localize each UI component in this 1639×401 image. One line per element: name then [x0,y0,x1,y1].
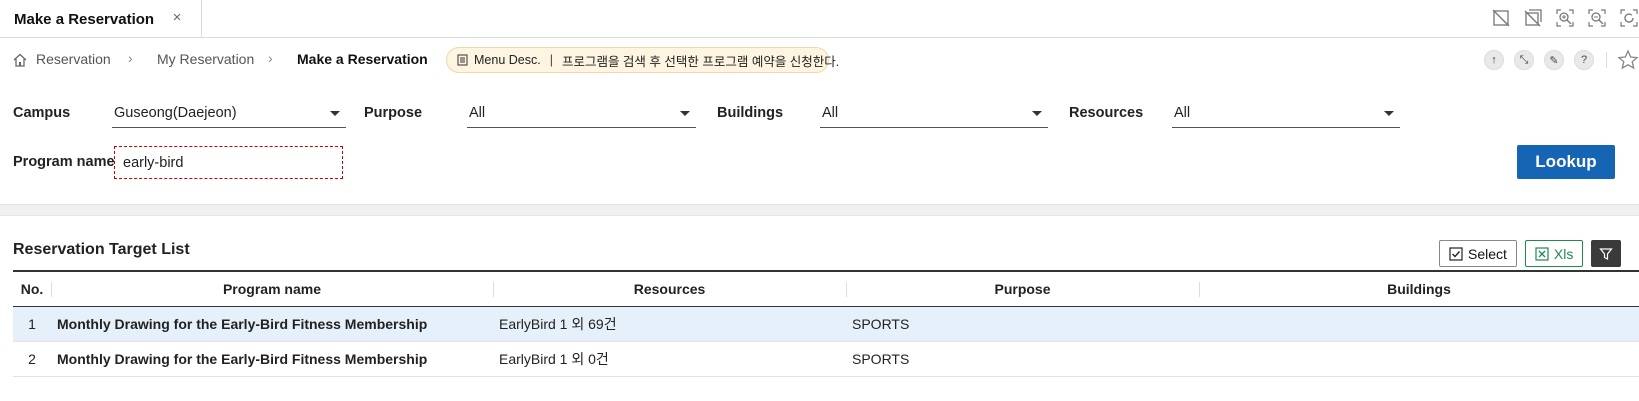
expand-icon[interactable]: ⤡ [1514,50,1534,70]
menu-desc-text: 프로그램을 검색 후 선택한 프로그램 예약을 신청한다. [561,54,840,69]
zoom-reset-icon[interactable] [1619,8,1639,28]
resources-label: Resources [1069,105,1144,121]
chevron-down-icon [680,111,690,116]
select-button[interactable]: Select [1439,240,1517,267]
breadcrumb-current: Make a Reservation [297,51,428,67]
tab-title: Make a Reservation [14,10,155,28]
xls-label: Xls [1553,245,1574,262]
breadcrumb-separator: › [128,50,133,66]
column-header-program-name[interactable]: Program name [51,270,493,307]
list-title: Reservation Target List [13,241,190,258]
checkbox-icon [1449,246,1463,261]
zoom-in-icon[interactable] [1555,8,1575,28]
lookup-button[interactable]: Lookup [1517,145,1615,179]
tab-close-icon[interactable]: × [168,9,186,27]
row-number: 2 [13,341,51,377]
menu-description: Menu Desc. | 프로그램을 검색 후 선택한 프로그램 예약을 신청한… [446,47,839,73]
buildings-cell [1199,341,1639,377]
column-header-buildings[interactable]: Buildings [1199,270,1639,307]
table-row[interactable]: 1 Monthly Drawing for the Early-Bird Fit… [13,306,1639,342]
tab-make-a-reservation[interactable]: Make a Reservation × [0,0,202,38]
column-header-no[interactable]: No. [13,270,51,307]
reservation-target-table: No. Program name Resources Purpose Build… [13,270,1639,377]
table-header-row: No. Program name Resources Purpose Build… [13,270,1639,307]
filter-icon [1599,247,1614,260]
breadcrumb-my-reservation[interactable]: My Reservation [157,51,254,67]
purpose-select[interactable]: All [467,100,696,128]
program-name-cell[interactable]: Monthly Drawing for the Early-Bird Fitne… [51,306,493,342]
campus-value: Guseong(Daejeon) [114,105,237,121]
list-actions: Select Xls [1439,240,1622,267]
program-name-label: Program name [13,154,115,170]
program-name-cell[interactable]: Monthly Drawing for the Early-Bird Fitne… [51,341,493,377]
campus-label: Campus [13,105,71,121]
resources-value: All [1174,105,1191,121]
row-number: 1 [13,306,51,342]
purpose-cell: SPORTS [846,306,1199,342]
chevron-down-icon [330,111,340,116]
excel-icon [1535,246,1549,261]
resources-cell: EarlyBird 1 외 0건 [493,341,846,377]
purpose-cell: SPORTS [846,341,1199,377]
zoom-out-icon[interactable] [1587,8,1607,28]
section-divider [0,204,1639,216]
page-actions: ↑ ⤡ ✎ ? [1484,49,1639,71]
window-close-all-icon[interactable] [1523,8,1543,28]
window-off-icon[interactable] [1491,8,1511,28]
document-icon [457,54,468,66]
xls-export-button[interactable]: Xls [1524,240,1584,267]
purpose-value: All [469,105,486,121]
chevron-down-icon [1384,111,1394,116]
favorite-star-icon[interactable] [1617,49,1639,71]
window-tools [1491,8,1639,28]
menu-desc-label: Menu Desc. [474,53,541,67]
table-row[interactable]: 2 Monthly Drawing for the Early-Bird Fit… [13,341,1639,377]
column-filter-button[interactable] [1591,240,1622,267]
edit-icon[interactable]: ✎ [1544,50,1564,70]
buildings-cell [1199,306,1639,342]
menu-desc-separator: | [549,53,553,67]
campus-select[interactable]: Guseong(Daejeon) [112,100,346,128]
buildings-select[interactable]: All [820,100,1048,128]
scroll-top-icon[interactable]: ↑ [1484,50,1504,70]
program-name-input[interactable] [114,146,343,179]
column-header-purpose[interactable]: Purpose [846,270,1199,307]
breadcrumb-reservation[interactable]: Reservation [36,51,111,67]
buildings-label: Buildings [717,105,784,121]
resources-select[interactable]: All [1172,100,1400,128]
chevron-down-icon [1032,111,1042,116]
home-icon[interactable] [12,52,28,68]
purpose-label: Purpose [364,105,423,121]
breadcrumb: Reservation › My Reservation › Make a Re… [0,46,1639,76]
divider [1606,52,1607,68]
buildings-value: All [822,105,839,121]
select-label: Select [1468,245,1507,262]
column-header-resources[interactable]: Resources [493,270,846,307]
resources-cell: EarlyBird 1 외 69건 [493,306,846,342]
help-icon[interactable]: ? [1574,50,1594,70]
breadcrumb-separator: › [268,50,273,66]
tab-bar: Make a Reservation × [0,0,1639,38]
